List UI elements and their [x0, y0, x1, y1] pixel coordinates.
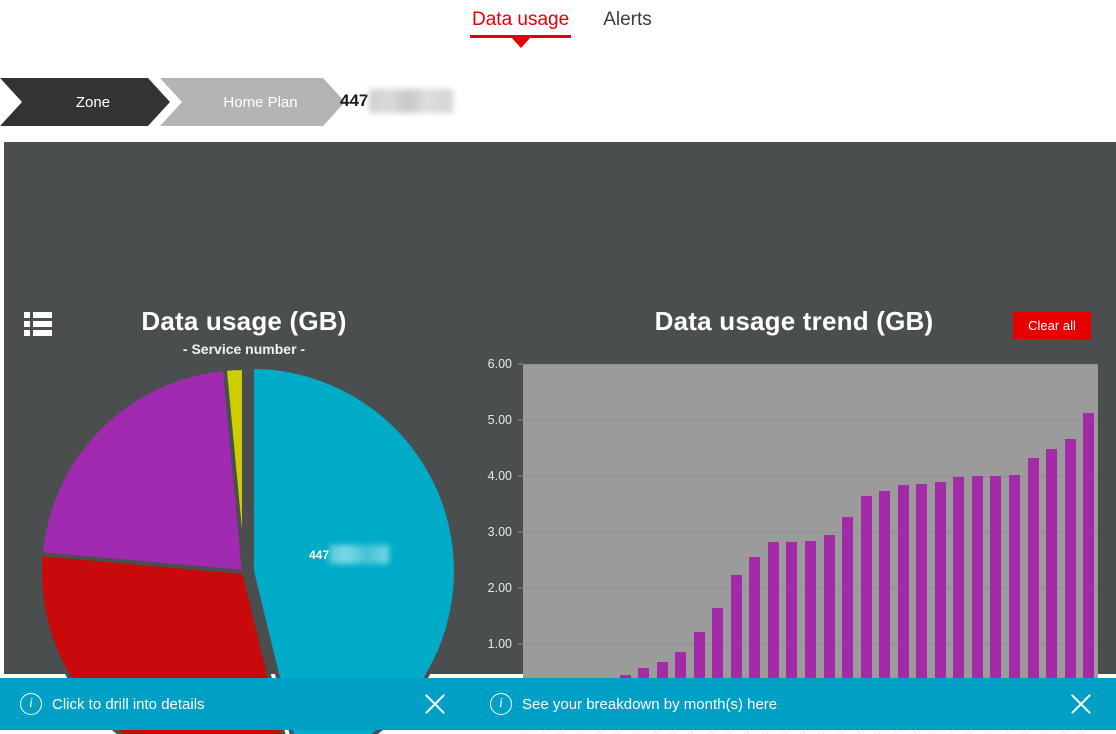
- bar-slot: [1079, 364, 1098, 700]
- bar-slot: [857, 364, 876, 700]
- bar[interactable]: [1027, 458, 1039, 700]
- toast-right-text: See your breakdown by month(s) here: [522, 695, 778, 713]
- close-icon[interactable]: [422, 691, 448, 717]
- bar-slot: [875, 364, 894, 700]
- bar-slot: [1005, 364, 1024, 700]
- bar-slot: [987, 364, 1006, 700]
- info-icon: i: [490, 693, 512, 715]
- pie-slice[interactable]: [38, 366, 247, 575]
- service-number-redacted: [369, 89, 454, 113]
- tab-label: Alerts: [603, 9, 652, 30]
- bar-slot: [542, 364, 561, 700]
- bar[interactable]: [804, 540, 816, 700]
- tab-data-usage[interactable]: Data usage: [470, 8, 572, 48]
- y-axis: 0.001.002.003.004.005.006.00: [474, 348, 523, 707]
- bar-slot: [894, 364, 913, 700]
- bar[interactable]: [1064, 439, 1076, 700]
- pie-chart-subtitle: - Service number -: [182, 341, 306, 357]
- toast-drill-into-details: i Click to drill into details: [0, 678, 470, 730]
- bar-slot: [820, 364, 839, 700]
- bar[interactable]: [916, 483, 928, 700]
- y-axis-tick-label: 5.00: [487, 413, 512, 427]
- bar-slot: [671, 364, 690, 700]
- bar-slot: [634, 364, 653, 700]
- bar[interactable]: [786, 541, 798, 700]
- dashboard-page: Data usage Alerts Zone Home Plan 447 Dat…: [0, 0, 1116, 734]
- bar[interactable]: [1008, 474, 1020, 700]
- bar-slot: [968, 364, 987, 700]
- bar-slot: [727, 364, 746, 700]
- tab-label: Data usage: [472, 9, 570, 30]
- bar-slot: [690, 364, 709, 700]
- breadcrumb: Zone Home Plan 447: [0, 78, 1116, 126]
- service-number-prefix: 447: [340, 91, 369, 110]
- bar-slot: [950, 364, 969, 700]
- tab-bar: Data usage Alerts: [0, 0, 1116, 54]
- breadcrumb-zone-label: Zone: [75, 93, 111, 111]
- bar[interactable]: [934, 481, 946, 700]
- bar[interactable]: [879, 491, 891, 700]
- breadcrumb-service-number[interactable]: 447: [340, 86, 454, 116]
- y-axis-tick-label: 3.00: [487, 525, 512, 539]
- info-icon: i: [20, 693, 42, 715]
- bar[interactable]: [1083, 413, 1095, 700]
- bar[interactable]: [842, 517, 854, 700]
- y-axis-tick-label: 4.00: [487, 469, 512, 483]
- bar-slot: [783, 364, 802, 700]
- bar-slot: [597, 364, 616, 700]
- y-axis-tick-label: 1.00: [487, 637, 512, 651]
- bar[interactable]: [823, 534, 835, 700]
- breadcrumb-home-plan-label: Home Plan: [223, 93, 298, 111]
- bar-slot: [1061, 364, 1080, 700]
- bar[interactable]: [990, 476, 1002, 700]
- bar[interactable]: [767, 541, 779, 700]
- bar-slot: [931, 364, 950, 700]
- tab-list: Data usage Alerts: [470, 8, 654, 48]
- bar[interactable]: [897, 484, 909, 700]
- bar[interactable]: [971, 476, 983, 700]
- breadcrumb-item-home-plan[interactable]: Home Plan: [160, 78, 345, 126]
- bar-slot: [523, 364, 542, 700]
- trend-chart-title: Data usage trend (GB): [654, 306, 934, 336]
- trend-chart[interactable]: 0.001.002.003.004.005.006.00 01-Jan-2020…: [474, 348, 1116, 734]
- bar[interactable]: [953, 476, 965, 700]
- pie-chart-title: Data usage (GB): [141, 306, 347, 336]
- bar-slot: [1042, 364, 1061, 700]
- list-view-icon[interactable]: [24, 312, 52, 336]
- bar-slot: [560, 364, 579, 700]
- bar-slot: [838, 364, 857, 700]
- bar-slot: [746, 364, 765, 700]
- bar[interactable]: [1046, 449, 1058, 700]
- bar-slot: [1024, 364, 1043, 700]
- pie-slice-label-redacted: [329, 545, 390, 564]
- bar-slot: [801, 364, 820, 700]
- clear-all-button[interactable]: Clear all: [1013, 312, 1091, 339]
- bar-slot: [616, 364, 635, 700]
- bar[interactable]: [860, 496, 872, 700]
- y-axis-tick-label: 2.00: [487, 581, 512, 595]
- pie-slice-label-prefix: 447: [309, 547, 330, 562]
- dashboard-board: Data usage (GB) - Service number - Data …: [0, 142, 1116, 734]
- toast-monthly-breakdown: i See your breakdown by month(s) here: [470, 678, 1116, 730]
- bar-slot: [579, 364, 598, 700]
- tab-alerts[interactable]: Alerts: [601, 8, 654, 40]
- close-icon[interactable]: [1068, 691, 1094, 717]
- bar-series: [523, 364, 1098, 700]
- breadcrumb-item-zone[interactable]: Zone: [0, 78, 170, 126]
- toast-left-text: Click to drill into details: [52, 695, 205, 713]
- plot-area: [523, 364, 1098, 700]
- bar-slot: [764, 364, 783, 700]
- bar-slot: [912, 364, 931, 700]
- y-axis-tick-label: 6.00: [487, 357, 512, 371]
- pie-slice-label: 447: [309, 545, 390, 564]
- bar-slot: [708, 364, 727, 700]
- tab-active-caret-icon: [511, 38, 530, 48]
- bar-slot: [653, 364, 672, 700]
